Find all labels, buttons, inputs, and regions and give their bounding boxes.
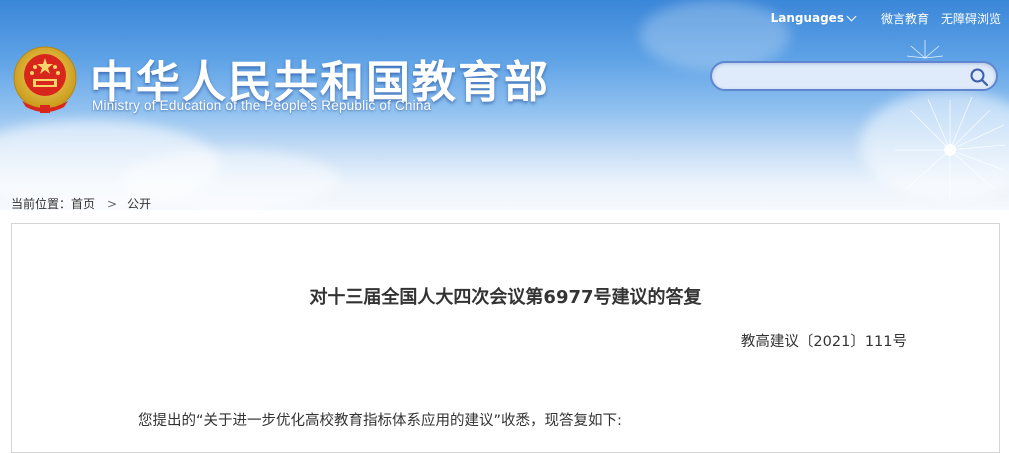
languages-label: Languages bbox=[770, 11, 844, 25]
cloud-decoration bbox=[120, 150, 340, 210]
breadcrumb: 当前位置： 首页 > 公开 bbox=[11, 195, 151, 212]
search-input[interactable] bbox=[724, 66, 968, 88]
breadcrumb-separator: > bbox=[107, 196, 118, 211]
document-number: 教高建议〔2021〕111号 bbox=[740, 334, 907, 350]
search-box bbox=[710, 61, 998, 91]
weibo-link[interactable]: 微言教育 bbox=[881, 10, 929, 27]
site-header: Languages 微言教育 无障碍浏览 中华人民共和国教育部 Ministry… bbox=[0, 0, 1009, 210]
breadcrumb-current-link[interactable]: 公开 bbox=[127, 195, 151, 212]
top-links: Languages 微言教育 无障碍浏览 bbox=[771, 9, 1001, 27]
cloud-decoration bbox=[640, 0, 790, 70]
national-emblem-icon bbox=[13, 46, 77, 113]
accessible-browsing-link[interactable]: 无障碍浏览 bbox=[941, 10, 1001, 27]
search-icon[interactable] bbox=[969, 67, 989, 87]
article-paragraph: 您提出的“关于进一步优化高校教育指标体系应用的建议”收悉，现答复如下: bbox=[138, 413, 622, 429]
breadcrumb-prefix: 当前位置： bbox=[11, 197, 72, 211]
chevron-down-icon bbox=[846, 11, 857, 22]
breadcrumb-home-link[interactable]: 首页 bbox=[71, 195, 95, 212]
dandelion-icon bbox=[895, 96, 1006, 200]
article-title: 对十三届全国人大四次会议第6977号建议的答复 bbox=[309, 287, 702, 308]
site-title-en: Ministry of Education of the People's Re… bbox=[92, 98, 432, 113]
article-container: 对十三届全国人大四次会议第6977号建议的答复 教高建议〔2021〕111号 您… bbox=[11, 223, 1000, 453]
languages-menu[interactable]: Languages bbox=[770, 11, 857, 25]
